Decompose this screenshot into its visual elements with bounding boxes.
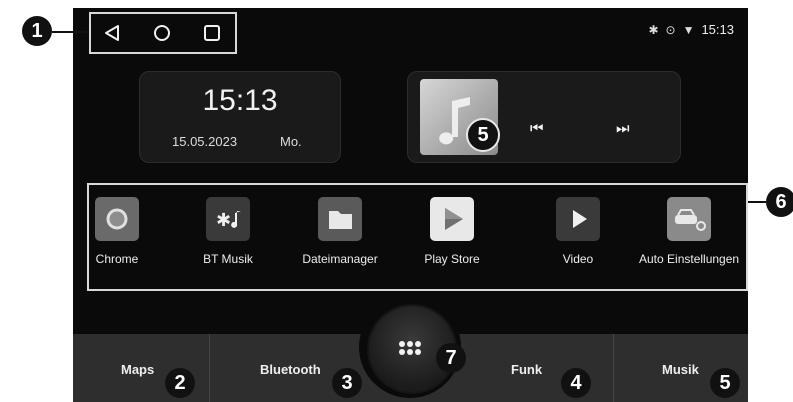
callout-1: 1	[22, 16, 52, 46]
app-label: Auto Einstellungen	[639, 252, 740, 266]
app-label: Play Store	[424, 252, 480, 266]
dock-maps-label: Maps	[121, 362, 155, 377]
svg-text:✱: ✱	[216, 210, 231, 231]
wifi-icon: ▼	[682, 22, 695, 37]
dock-bluetooth[interactable]: Bluetooth 3	[210, 334, 370, 402]
app-auto-einstellungen[interactable]: Auto Einstellungen	[639, 197, 739, 266]
dock-bluetooth-label: Bluetooth	[260, 362, 321, 377]
callout-2: 2	[165, 368, 195, 398]
app-bt-musik[interactable]: ✱ BT Musik	[178, 197, 278, 266]
dock-musik[interactable]: Musik 5	[614, 334, 748, 402]
nav-buttons-group	[89, 12, 237, 54]
dock-funk[interactable]: Funk 4	[463, 334, 611, 402]
play-store-icon	[430, 197, 474, 241]
media-widget[interactable]: 5 ⏮ ⏭	[407, 71, 681, 163]
callout-1-leader	[52, 31, 90, 33]
bt-music-icon: ✱	[206, 197, 250, 241]
clock-date: 15.05.2023	[172, 134, 238, 149]
car-settings-icon	[667, 197, 711, 241]
app-label: Dateimanager	[302, 252, 378, 266]
status-bar: ✱ ⊙ ▼ 15:13	[648, 22, 734, 37]
app-video[interactable]: Video	[528, 197, 628, 266]
app-play-store[interactable]: Play Store	[402, 197, 502, 266]
app-label: Video	[562, 252, 594, 266]
callout-5-media: 5	[466, 118, 500, 152]
clock-day: Mo.	[280, 134, 302, 149]
status-time: 15:13	[701, 22, 734, 37]
home-icon[interactable]	[153, 24, 171, 42]
dock-maps[interactable]: Maps 2	[73, 334, 208, 402]
app-dateimanager[interactable]: Dateimanager	[290, 197, 390, 266]
callout-7: 7	[436, 343, 466, 373]
recents-icon[interactable]	[203, 24, 221, 42]
chrome-icon	[95, 197, 139, 241]
next-track-button[interactable]: ⏭	[616, 120, 630, 137]
dock-funk-label: Funk	[511, 362, 543, 377]
bluetooth-icon: ✱	[648, 22, 659, 37]
app-label: BT Musik	[203, 252, 253, 266]
clock-widget[interactable]: 15:13 15.05.2023 Mo.	[139, 71, 341, 163]
clock-time: 15:13	[202, 84, 278, 117]
app-row: Chrome ✱ BT Musik Dateimanager Play Stor…	[87, 183, 748, 291]
callout-5-musik: 5	[710, 368, 740, 398]
callout-4: 4	[561, 368, 591, 398]
folder-icon	[318, 197, 362, 241]
callout-6: 6	[766, 187, 793, 217]
video-play-icon	[556, 197, 600, 241]
app-label: Chrome	[95, 252, 139, 266]
dock-musik-label: Musik	[662, 362, 699, 377]
back-icon[interactable]	[103, 24, 121, 42]
app-chrome[interactable]: Chrome	[67, 197, 167, 266]
location-icon: ⊙	[665, 22, 676, 37]
previous-track-button[interactable]: ⏮	[530, 120, 544, 137]
callout-3: 3	[332, 368, 362, 398]
